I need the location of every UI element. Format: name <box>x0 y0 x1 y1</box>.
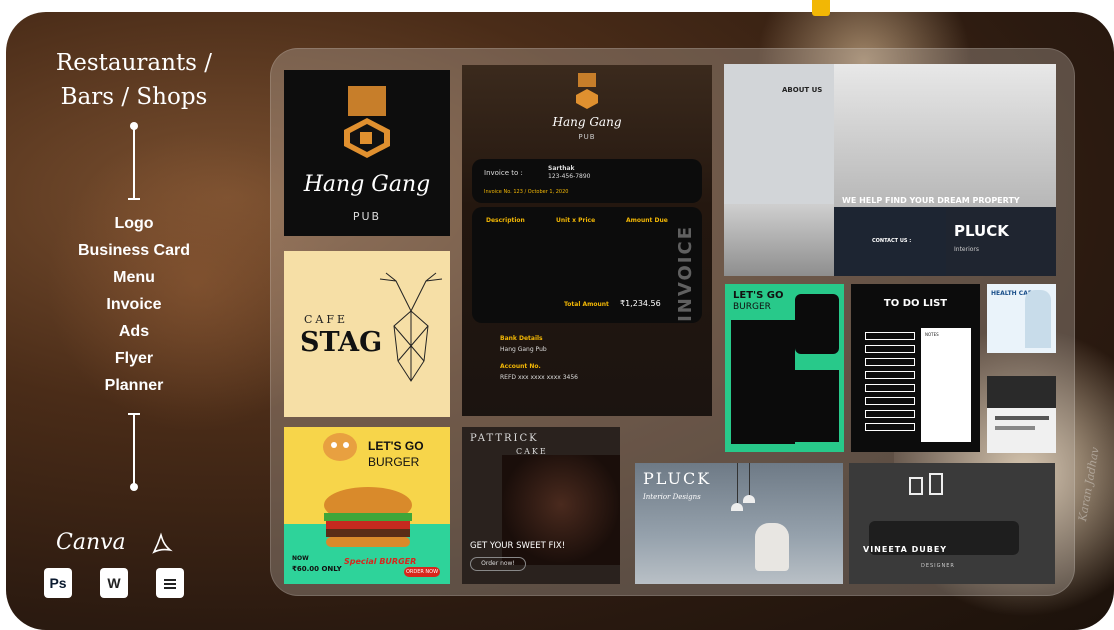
invoice-to-box: Invoice to : Sarthak 123-456-7890 Invoic… <box>472 159 702 203</box>
category-title-line2: Bars / Shops <box>60 84 208 110</box>
brochure-brand-sub: Interiors <box>954 246 980 253</box>
sample-planner: TO DO LIST NOTES <box>851 284 980 452</box>
card-role: DESIGNER <box>921 563 955 569</box>
invoice-logo-icon <box>576 73 598 109</box>
invoice-number: Invoice No. 123 / October 1, 2020 <box>484 189 569 195</box>
sample-burger-ad: LET'S GO BURGER NOW ₹60.00 ONLY Special … <box>284 427 450 584</box>
total-value: ₹1,234.56 <box>620 299 661 308</box>
todo-checklist <box>865 332 915 442</box>
chair-shape <box>755 523 789 571</box>
logo-sub: PUB <box>352 210 382 223</box>
card-name: VINEETA DUBEY <box>863 545 948 554</box>
cake-brand-sub: CAKE <box>516 447 548 456</box>
ad-now: NOW <box>292 555 309 562</box>
list-item: Menu <box>113 269 155 286</box>
kitchen-photo <box>724 204 834 276</box>
bank-value: Hang Gang Pub <box>500 346 547 353</box>
list-item: Flyer <box>114 350 154 367</box>
canva-logo: Canva <box>56 530 126 555</box>
account-label: Account No. <box>500 363 541 370</box>
cafe-name: STAG <box>300 327 383 358</box>
notes-label: NOTES <box>925 332 939 337</box>
logo-script: Hang Gang <box>303 172 431 197</box>
burger-headline: LET'S GO <box>368 439 424 453</box>
interior-photo <box>834 64 1056 207</box>
sample-health-ad: HEALTH CARE <box>987 284 1056 353</box>
col-description: Description <box>486 217 525 224</box>
sample-mini-flyer <box>987 376 1056 453</box>
menu-headline: LET'S GO <box>733 290 784 301</box>
col-unit-price: Unit x Price <box>556 217 596 224</box>
ad-order-button: ORDER NOW <box>404 567 440 577</box>
pluck-brand: PLUCK <box>643 469 712 488</box>
sample-interior-ad: PLUCK Interior Designs <box>635 463 843 584</box>
word-icon: W <box>100 568 128 598</box>
about-heading: ABOUT US <box>782 86 823 94</box>
invoice-table: Description Unit x Price Amount Due Tota… <box>472 207 702 323</box>
sample-menu: LET'S GO BURGER <box>725 284 844 452</box>
burger-icon <box>324 487 412 547</box>
stag-icon <box>379 272 443 382</box>
google-docs-icon <box>156 568 184 598</box>
sample-invoice: Hang Gang PUB Invoice to : Sarthak 123-4… <box>462 65 712 416</box>
brochure-brand: PLUCK <box>954 222 1009 240</box>
accent-tab <box>812 0 830 16</box>
cake-order-button: Order now! <box>470 557 526 571</box>
pub-logo-icon <box>344 86 390 158</box>
ad-price: ₹60.00 ONLY <box>292 565 342 573</box>
photoshop-icon: Ps <box>44 568 72 598</box>
category-title-line1: Restaurants / <box>55 50 213 76</box>
menu-subhead: BURGER <box>733 302 771 312</box>
acrobat-icon <box>152 532 173 554</box>
cake-tagline: GET YOUR SWEET FIX! <box>470 541 566 551</box>
invoice-script: Hang Gang <box>552 115 622 129</box>
list-item: Business Card <box>77 242 191 259</box>
cafe-small: CAFE <box>304 313 349 326</box>
invoice-client: Sarthak <box>548 165 575 172</box>
pluck-sub: Interior Designs <box>643 493 701 501</box>
sample-business-card: VINEETA DUBEY DESIGNER <box>849 463 1055 584</box>
list-item: Ads <box>118 323 150 340</box>
bank-label: Bank Details <box>500 335 543 342</box>
ad-special: Special BURGER <box>344 557 417 566</box>
sample-logo: Hang Gang PUB <box>284 70 450 236</box>
col-amount-due: Amount Due <box>626 217 668 224</box>
invoice-vertical-word: INVOICE <box>675 225 696 322</box>
list-item: Logo <box>114 215 154 232</box>
invoice-sub: PUB <box>578 133 596 141</box>
brochure-headline: WE HELP FIND YOUR DREAM PROPERTY <box>842 196 1020 205</box>
invoice-to-label: Invoice to : <box>484 169 523 177</box>
contact-label: CONTACT US : <box>872 238 912 244</box>
cake-brand: PATTRICK <box>470 433 539 444</box>
list-item: Planner <box>104 377 164 394</box>
planner-title: TO DO LIST <box>883 298 948 309</box>
mascot-icon <box>323 433 357 461</box>
list-item: Invoice <box>106 296 162 313</box>
total-label: Total Amount <box>564 301 609 308</box>
sample-cake-ad: PATTRICK CAKE GET YOUR SWEET FIX! Order … <box>462 427 620 584</box>
connector-line-bottom <box>128 413 140 491</box>
category-panel: Restaurants / Bars / Shops Logo Business… <box>34 46 234 491</box>
connector-line-top <box>128 122 140 200</box>
sample-brochure: ABOUT US WE HELP FIND YOUR DREAM PROPERT… <box>724 64 1056 276</box>
sample-cafe-card: CAFE STAG <box>284 251 450 417</box>
invoice-phone: 123-456-7890 <box>548 173 591 180</box>
notes-box: NOTES <box>921 328 971 442</box>
deliverables-list: Logo Business Card Menu Invoice Ads Flye… <box>34 210 234 399</box>
burger-subhead: BURGER <box>368 455 420 469</box>
account-value: REFD xxx xxxx xxxx 3456 <box>500 374 578 381</box>
